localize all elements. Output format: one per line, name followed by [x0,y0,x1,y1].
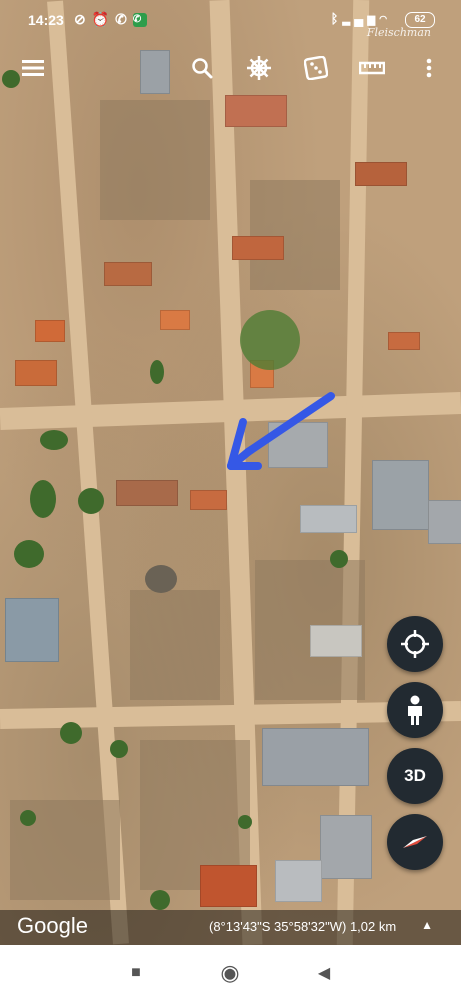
status-time: 14:23 [28,12,64,28]
pegman-button[interactable] [387,682,443,738]
search-icon[interactable] [186,52,218,84]
map-info-bar: Google (8°13'43"S 35°58'32"W) 1,02 km ▲ [0,910,461,945]
more-vert-icon[interactable] [413,52,445,84]
bluetooth-icon: ᛒ [330,11,343,26]
3d-toggle-button[interactable]: 3D [387,748,443,804]
signal-icon: ▂▄▆ [342,11,380,26]
status-right-icons: ᛒ▂▄▆◠ [331,11,391,26]
alarm-icon: ⏰ [91,11,116,27]
person-icon [408,695,422,725]
watermark: Fleischman [366,26,431,39]
google-logo: Google [17,913,88,938]
wifi-icon: ◠ [379,11,391,26]
status-left-icons: ⊘⏰✆✆ [74,11,147,28]
crosshair-icon [401,630,429,658]
phone-icon: ✆ [115,11,133,27]
recents-button[interactable]: ■ [122,959,150,987]
satellite-map[interactable] [0,0,461,945]
menu-icon[interactable] [17,52,49,84]
map-toolbar [0,44,461,92]
ship-wheel-icon[interactable] [243,52,275,84]
coordinates-scale[interactable]: (8°13'43"S 35°58'32"W) 1,02 km [209,919,396,934]
home-button[interactable]: ◉ [216,959,244,987]
dice-icon[interactable] [300,52,332,84]
ruler-icon[interactable] [356,52,388,84]
expand-caret-icon[interactable]: ▲ [421,918,433,932]
system-nav-bar: ■ ◉ ◀ [0,945,461,1000]
whatsapp-icon: ✆ [132,13,148,28]
my-location-button[interactable] [387,616,443,672]
back-button[interactable]: ◀ [310,959,338,987]
wifi-off-icon: ⊘ [74,11,92,27]
compass-icon [403,836,427,848]
annotation-arrow [227,392,335,470]
compass-button[interactable] [387,814,443,870]
